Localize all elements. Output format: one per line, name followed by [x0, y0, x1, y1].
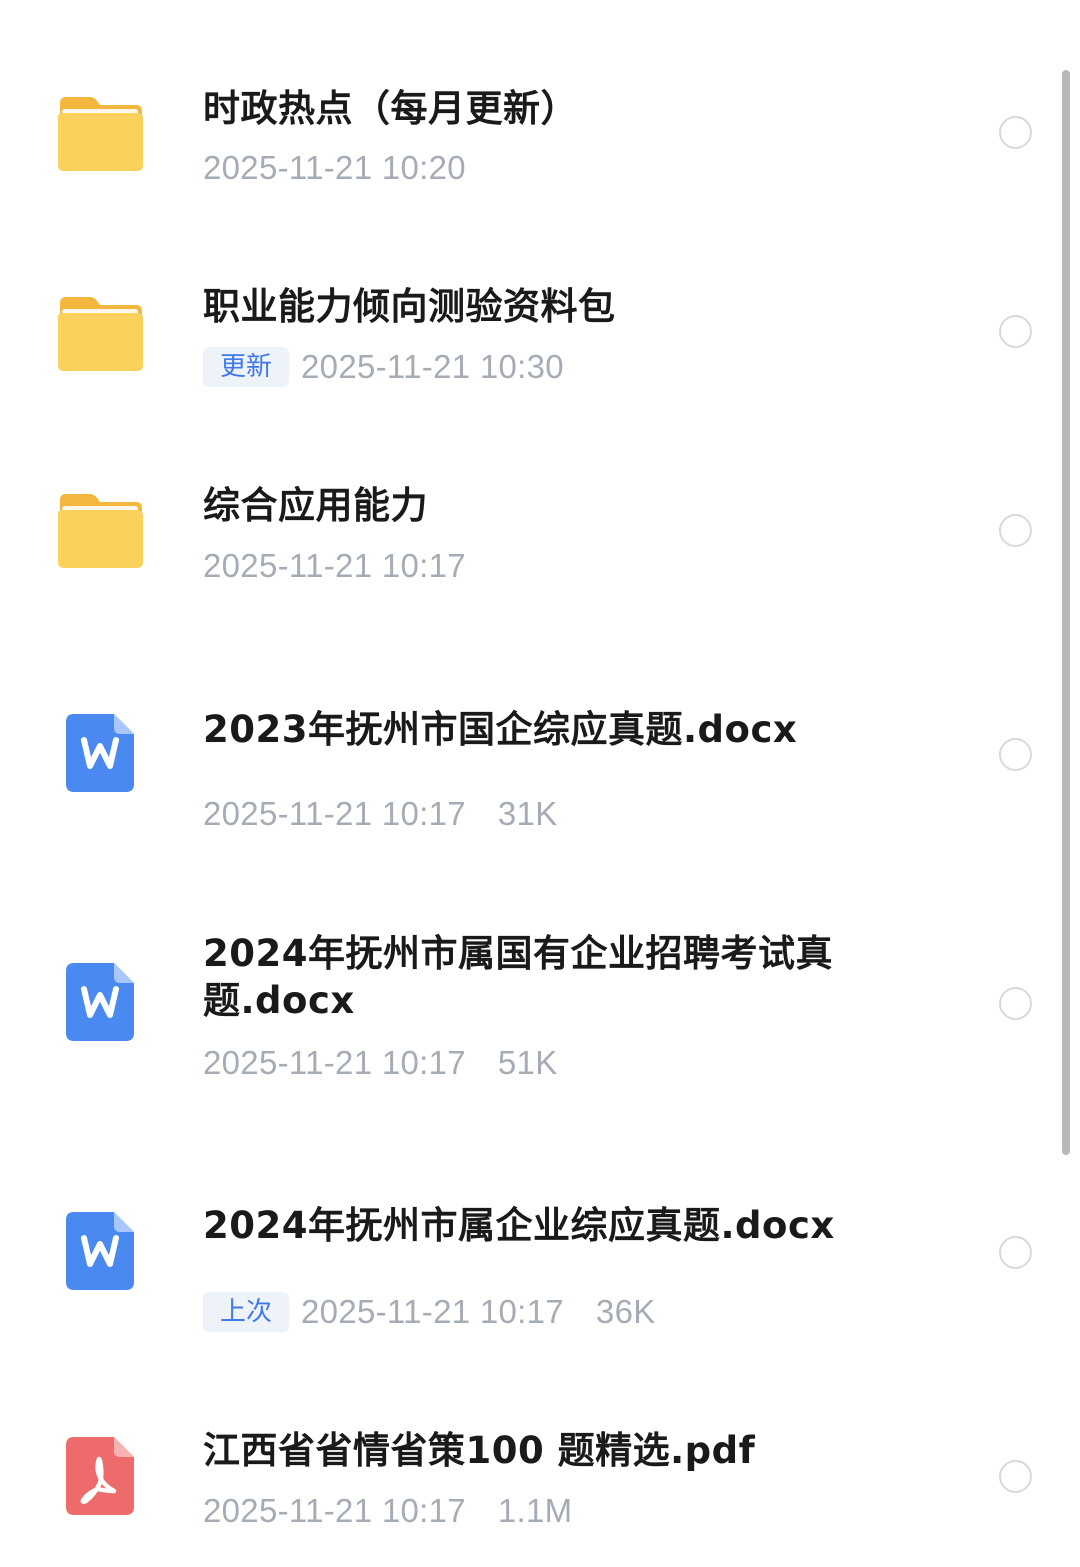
file-date: 2025-11-21 10:17	[301, 1293, 564, 1330]
file-meta: 更新 2025-11-21 10:30	[203, 346, 564, 388]
list-item[interactable]: 职业能力倾向测验资料包 更新 2025-11-21 10:30	[0, 260, 1060, 410]
file-date: 2025-11-21 10:30	[301, 348, 564, 385]
list-item[interactable]: 2023年抚州市国企综应真题.docx 2025-11-21 10:17 31K	[0, 680, 1060, 860]
update-badge: 更新	[203, 347, 290, 387]
file-meta: 2025-11-21 10:17 31K	[203, 793, 558, 835]
file-size: 1.1M	[497, 1492, 573, 1529]
file-size: 36K	[595, 1293, 656, 1330]
word-document-icon	[66, 963, 134, 1041]
file-date: 2025-11-21 10:17	[203, 795, 466, 832]
word-document-icon	[66, 714, 134, 792]
file-date: 2025-11-21 10:17	[203, 1044, 466, 1081]
file-name: 江西省省情省策100 题精选.pdf	[203, 1429, 756, 1472]
word-document-icon	[66, 1212, 134, 1290]
list-item[interactable]: 2024年抚州市属企业综应真题.docx 上次 2025-11-21 10:17…	[0, 1180, 1060, 1360]
folder-icon	[56, 295, 144, 373]
scrollbar[interactable]	[1062, 70, 1070, 1155]
file-meta: 上次 2025-11-21 10:17 36K	[203, 1291, 656, 1333]
file-name: 2023年抚州市国企综应真题.docx	[203, 708, 798, 751]
file-name: 综合应用能力	[203, 484, 428, 527]
file-date: 2025-11-21 10:17	[203, 1492, 466, 1529]
list-item[interactable]: 时政热点（每月更新） 2025-11-21 10:20	[0, 60, 1060, 210]
folder-icon	[56, 95, 144, 173]
file-meta: 2025-11-21 10:17 1.1M	[203, 1490, 572, 1532]
list-item[interactable]: 2024年抚州市属国有企业招聘考试真题.docx 2025-11-21 10:1…	[0, 920, 1060, 1100]
file-size: 51K	[497, 1044, 558, 1081]
select-radio[interactable]	[999, 116, 1032, 149]
file-size: 31K	[497, 795, 558, 832]
select-radio[interactable]	[999, 987, 1032, 1020]
file-meta: 2025-11-21 10:17	[203, 545, 466, 587]
select-radio[interactable]	[999, 1236, 1032, 1269]
file-date: 2025-11-21 10:17	[203, 547, 466, 584]
list-item[interactable]: 综合应用能力 2025-11-21 10:17	[0, 460, 1060, 610]
file-list: 时政热点（每月更新） 2025-11-21 10:20 职业能力倾向测验资料包 …	[0, 0, 1080, 1567]
select-radio[interactable]	[999, 514, 1032, 547]
pdf-document-icon	[66, 1437, 134, 1515]
select-radio[interactable]	[999, 315, 1032, 348]
file-date: 2025-11-21 10:20	[203, 149, 466, 186]
last-opened-badge: 上次	[203, 1292, 290, 1332]
file-name: 2024年抚州市属企业综应真题.docx	[203, 1204, 835, 1247]
select-radio[interactable]	[999, 738, 1032, 771]
file-meta: 2025-11-21 10:17 51K	[203, 1042, 558, 1084]
folder-icon	[56, 492, 144, 570]
file-name: 职业能力倾向测验资料包	[203, 285, 616, 328]
file-meta: 2025-11-21 10:20	[203, 147, 466, 189]
select-radio[interactable]	[999, 1460, 1032, 1493]
file-name: 2024年抚州市属国有企业招聘考试真题.docx	[203, 932, 833, 1022]
list-item[interactable]: 江西省省情省策100 题精选.pdf 2025-11-21 10:17 1.1M	[0, 1410, 1060, 1560]
file-name: 时政热点（每月更新）	[203, 87, 578, 130]
